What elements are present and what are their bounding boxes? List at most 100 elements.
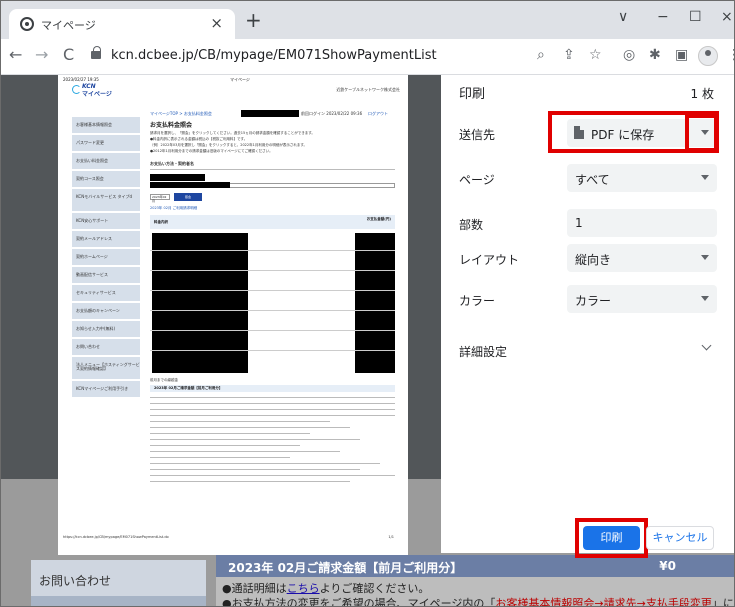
bg-line-1: ●通話明細はこちらよりご確認ください。 <box>222 582 430 595</box>
globe-icon <box>20 17 34 31</box>
extensions-icon[interactable]: ✱ <box>649 47 661 63</box>
preview-sheet: 2023/02/27 19:35 マイページ KCN マイページ 近鉄ケーブルネ… <box>58 75 408 555</box>
forward-button[interactable]: → <box>35 45 48 64</box>
bg-bar-value: ¥0 <box>659 559 676 573</box>
color-select[interactable]: カラー <box>567 285 717 313</box>
sheet-login-info: 前回ログイン 2023/02/22 09:36 <box>301 111 363 116</box>
sheet-desc-4: ●2012年1月利用分までの請求金額は旧版のマイページにてご確認ください。 <box>150 149 273 153</box>
sheet-sidebar-item: 契約コース照会 <box>72 171 140 187</box>
sheet-text-line <box>150 397 395 398</box>
sheet-footer-url: https://kcn.dcbee.jp/CB/mypage/EM071Show… <box>63 535 169 539</box>
sheet-text-line <box>150 415 395 416</box>
layout-select[interactable]: 縦向き <box>567 244 717 272</box>
sheet-breadcrumb: マイページTOP > お支払料金照会 <box>150 111 212 116</box>
bg-link-basic-info: お客様基本情報照会→請求先→支払手段変更 <box>495 597 712 607</box>
sheet-desc-3: （例）2022年03月を選択し「照会」をクリックすると、2022年1月利用分の明… <box>150 143 308 147</box>
layout-value: 縦向き <box>575 253 612 267</box>
sheet-title: マイページ <box>230 77 250 82</box>
print-preview: 2023/02/27 19:35 マイページ KCN マイページ 近鉄ケーブルネ… <box>1 75 441 555</box>
sheet-heading: お支払料金照会 <box>150 122 193 129</box>
redaction-block <box>241 110 299 117</box>
profile-avatar[interactable] <box>698 46 718 66</box>
share-icon[interactable]: ⇪ <box>563 47 575 63</box>
destination-label: 送信先 <box>459 128 496 142</box>
address-bar[interactable]: kcn.dcbee.jp/CB/mypage/EM071ShowPaymentL… <box>111 48 437 63</box>
sheet-text-line <box>150 469 360 470</box>
sheet-text-line <box>150 403 395 404</box>
sheet-table-header: 料金内訳 お支払金額(円) <box>150 215 395 229</box>
table-row-line <box>150 250 395 251</box>
print-button[interactable]: 印刷 <box>583 526 640 550</box>
close-window-button[interactable]: × <box>721 9 733 25</box>
sheet-sidebar-item: KCNマイページご利用手引き <box>72 381 140 397</box>
zoom-icon[interactable]: ⌕ <box>537 47 545 63</box>
sheet-sidebar-item: KCN安心サポート <box>72 213 140 229</box>
back-button[interactable]: ← <box>9 45 22 64</box>
copies-value: 1 <box>575 216 583 230</box>
menu-icon[interactable]: ⋮ <box>727 47 734 63</box>
sheet-sidebar-item: お客様基本情報照会 <box>72 117 140 133</box>
pages-label: ページ <box>459 173 495 187</box>
sheet-query-button: 照会 <box>174 193 202 201</box>
copies-label: 部数 <box>459 218 484 232</box>
browser-toolbar: ← → C kcn.dcbee.jp/CB/mypage/EM071ShowPa… <box>1 39 734 75</box>
sheet-text-line <box>150 451 340 452</box>
redaction-block <box>150 182 230 188</box>
table-row-line <box>150 310 395 311</box>
expand-chevron-icon[interactable] <box>701 340 712 351</box>
kcn-logo: KCN マイページ <box>72 83 118 98</box>
sheet-logout-link: ログアウト <box>368 111 388 116</box>
camera-icon[interactable]: ◎ <box>623 47 635 63</box>
sheet-sidebar-item: 動画配信サービス <box>72 267 140 283</box>
sheet-period-link: 2023年 02月 ご利用請求明細 <box>150 206 198 210</box>
color-label: カラー <box>459 294 496 308</box>
bg-sidebar-next <box>31 596 206 606</box>
sheet-desc-1: 請求月を選択し、「照会」をクリックしてください。過去15ヵ月の請求金額を確認する… <box>150 131 315 135</box>
pages-value: すべて <box>575 173 610 187</box>
sheet-text-line <box>150 433 310 434</box>
logo-swoosh-icon <box>72 85 81 94</box>
cancel-button[interactable]: キャンセル <box>646 526 714 550</box>
sheet-section-bar: 2023年 02月ご請求金額【前月ご利用分】 <box>150 385 395 392</box>
bookmark-star-icon[interactable]: ☆ <box>589 47 602 63</box>
sheet-sidebar-item: お支払い料金照会 <box>72 153 140 169</box>
maximize-button[interactable]: ☐ <box>689 9 702 25</box>
more-settings-label[interactable]: 詳細設定 <box>459 343 507 360</box>
sheet-sidebar-item: お問い合わせ <box>72 339 140 355</box>
sheet-desc-2: ●料金内訳に表示される金額は税込の【税抜ご利用料】です。 <box>150 137 248 141</box>
sheet-divider <box>150 169 395 170</box>
sheet-sidebar-item: 法人メニュー【ホスティングサービス契約情報確認】 <box>72 357 140 379</box>
tab-strip: マイページ × + ∨ − ☐ × <box>1 1 734 39</box>
sheet-text-line <box>150 421 330 422</box>
lock-icon <box>91 46 101 59</box>
reload-button[interactable]: C <box>63 45 74 64</box>
browser-tab[interactable]: マイページ × <box>9 9 235 39</box>
sheet-year-select: 2023年02月 <box>150 194 170 203</box>
bg-link-here: こちら <box>286 582 320 595</box>
bg-line-2: ●お支払方法の変更をご希望の場合、マイページ内の「お客様基本情報照会→請求先→支… <box>222 595 734 607</box>
redaction-block <box>150 174 205 181</box>
minimize-button[interactable]: − <box>657 9 669 25</box>
sheet-sidebar-item: お支払額のキャンペーン <box>72 303 140 319</box>
chevron-down-icon <box>701 255 709 260</box>
copies-input[interactable]: 1 <box>567 209 717 237</box>
highlight-dropdown-arrow <box>685 114 718 152</box>
sheet-sidebar-item: お知らせ入力中(無料) <box>72 321 140 337</box>
sheet-method-label: お支払い方法・契約者名 <box>150 161 194 166</box>
bg-bar-title: 2023年 02月ご請求金額【前月ご利用分】 <box>228 561 463 575</box>
table-row-line <box>150 350 395 351</box>
chevron-down-icon <box>701 175 709 180</box>
tab-close-icon[interactable]: × <box>210 14 223 32</box>
sheet-text-line <box>150 427 350 428</box>
sheet-sidebar-item: 契約ホームページ <box>72 249 140 265</box>
bg-sidebar-inquiry: お問い合わせ <box>39 574 112 588</box>
sheet-col-amount: お支払金額(円) <box>366 217 391 221</box>
new-tab-button[interactable]: + <box>245 10 262 30</box>
sheet-carryover: 前月までの繰越金 <box>150 378 178 382</box>
sidepanel-icon[interactable]: ▣ <box>675 47 688 63</box>
tab-search-icon[interactable]: ∨ <box>618 9 628 25</box>
pages-select[interactable]: すべて <box>567 164 717 192</box>
sheet-text-line <box>150 409 395 410</box>
sheet-text-line <box>150 481 350 482</box>
browser-window: マイページ × + ∨ − ☐ × ← → C kcn.dcbee.jp/CB/… <box>0 0 735 607</box>
